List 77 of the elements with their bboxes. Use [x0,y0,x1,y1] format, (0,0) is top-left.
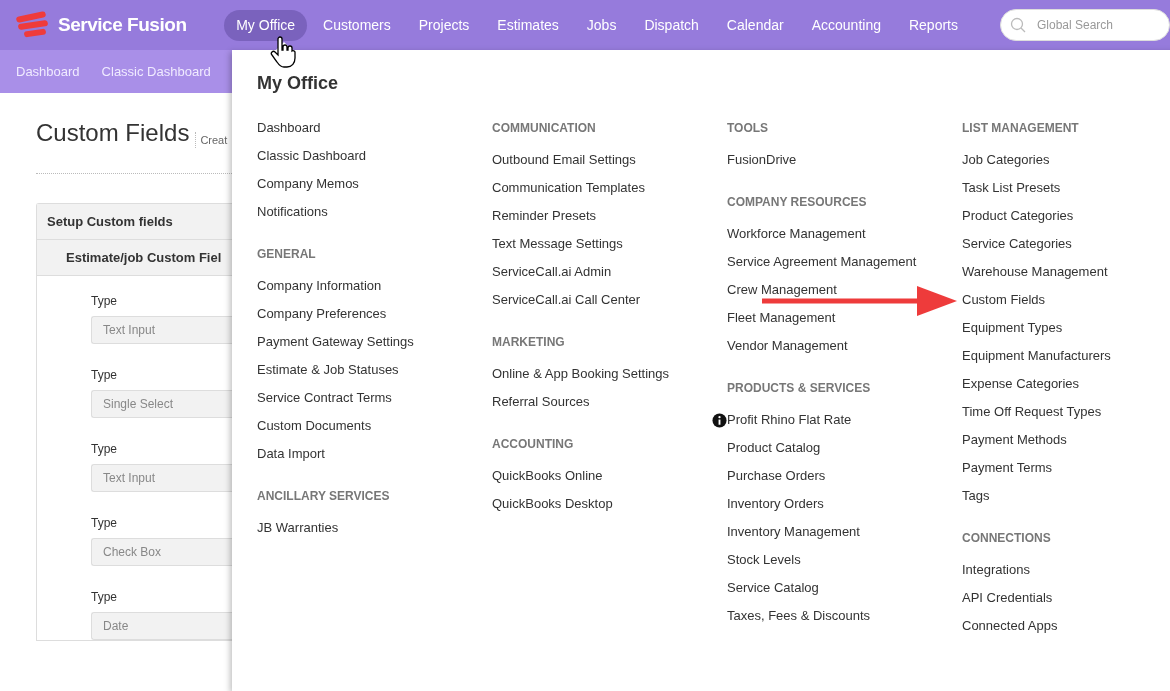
menu-link[interactable]: Payment Gateway Settings [257,328,414,356]
menu-link[interactable]: Text Message Settings [492,230,623,258]
menu-link[interactable]: Company Information [257,272,382,300]
menu-link[interactable]: Workforce Management [727,220,866,248]
menu-link[interactable]: Warehouse Management [962,258,1108,286]
section-heading: ANCILLARY SERVICES [257,488,390,505]
menu-link[interactable]: Service Categories [962,230,1072,258]
menu-link[interactable]: Connected Apps [962,612,1058,640]
page-subtitle: Creat [195,131,228,148]
menu-link[interactable]: Product Categories [962,202,1074,230]
menu-link[interactable]: Job Categories [962,146,1050,174]
menu-link[interactable]: Estimate & Job Statuses [257,356,399,384]
menu-link[interactable]: Dashboard [257,114,321,142]
menu-link[interactable]: Payment Methods [962,426,1067,454]
search-icon [1010,17,1026,33]
field-label: Type [91,515,118,532]
nav-tab[interactable]: My Office [224,9,308,41]
menu-link[interactable]: Time Off Request Types [962,398,1102,426]
menu-link[interactable]: Equipment Manufacturers [962,342,1111,370]
menu-link[interactable]: Inventory Management [727,518,860,546]
field-label: Type [91,367,118,384]
section-title: Estimate/job Custom Fiel [66,248,222,267]
menu-link[interactable]: Service Contract Terms [257,384,392,412]
section-heading: CONNECTIONS [962,530,1051,547]
menu-link[interactable]: Equipment Types [962,314,1063,342]
menu-link[interactable]: Company Preferences [257,300,387,328]
menu-link[interactable]: Task List Presets [962,174,1061,202]
section-heading: GENERAL [257,246,316,263]
menu-link[interactable]: Classic Dashboard [257,142,367,170]
menu-link[interactable]: Notifications [257,198,328,226]
panel-title: Setup Custom fields [47,212,173,231]
menu-link[interactable]: QuickBooks Desktop [492,490,613,518]
field-label: Type [91,589,118,606]
menu-link[interactable]: Fleet Management [727,304,836,332]
menu-link[interactable]: API Credentials [962,584,1053,612]
menu-link[interactable]: Crew Management [727,276,837,304]
menu-link[interactable]: Referral Sources [492,388,590,416]
section-heading: COMMUNICATION [492,120,596,137]
search-field[interactable]: Global Search [1000,9,1170,41]
menu-link[interactable]: Stock Levels [727,546,801,574]
field-label: Type [91,293,118,310]
menu-link[interactable]: Reminder Presets [492,202,597,230]
menu-link[interactable]: Online & App Booking Settings [492,360,670,388]
menu-link[interactable]: Purchase Orders [727,462,826,490]
menu-link[interactable]: Communication Templates [492,174,645,202]
menu-link[interactable]: Integrations [962,556,1030,584]
menu-link[interactable]: Payment Terms [962,454,1053,482]
menu-link[interactable]: JB Warranties [257,514,339,542]
section-heading: MARKETING [492,334,565,351]
info-icon [712,412,727,428]
section-heading: TOOLS [727,120,769,137]
section-heading: ACCOUNTING [492,436,574,453]
menu-link[interactable]: Inventory Orders [727,490,824,518]
section-heading: COMPANY RESOURCES [727,194,867,211]
brand-name: Service Fusion [58,12,187,37]
menu-link[interactable]: Data Import [257,440,325,468]
menu-link[interactable]: Outbound Email Settings [492,146,636,174]
menu-link[interactable]: Service Agreement Management [727,248,917,276]
menu-link[interactable]: ServiceCall.ai Admin [492,258,612,286]
menu-link[interactable]: Service Catalog [727,574,819,602]
menu-link[interactable]: Custom Fields [962,286,1046,314]
menu-link[interactable]: Company Memos [257,170,359,198]
menu-title: My Office [257,72,339,95]
section-heading: LIST MANAGEMENT [962,120,1079,137]
menu-link[interactable]: Tags [962,482,990,510]
menu-link[interactable]: Profit Rhino Flat Rate [727,406,852,434]
section-heading: PRODUCTS & SERVICES [727,380,871,397]
menu-link[interactable]: Product Catalog [727,434,821,462]
menu-link[interactable]: Custom Documents [257,412,372,440]
menu-link[interactable]: ServiceCall.ai Call Center [492,286,641,314]
menu-link[interactable]: Expense Categories [962,370,1080,398]
menu-link[interactable]: Taxes, Fees & Discounts [727,602,871,630]
menu-link[interactable]: FusionDrive [727,146,797,174]
page-title: Custom Fields [36,118,190,148]
menu-link[interactable]: Vendor Management [727,332,848,360]
field-label: Type [91,441,118,458]
menu-link[interactable]: QuickBooks Online [492,462,603,490]
